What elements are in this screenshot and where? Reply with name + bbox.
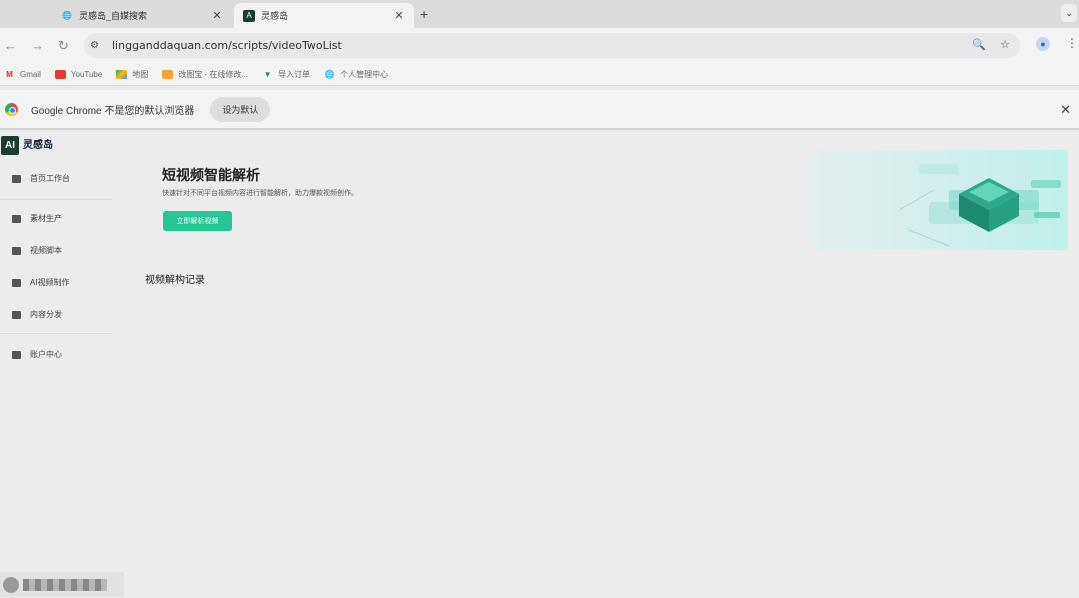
default-browser-infobar: Google Chrome 不是您的默认浏览器 设为默认 ✕ xyxy=(0,90,1079,130)
app-logo[interactable]: AI 灵感岛 xyxy=(1,136,53,155)
sidebar-item-material[interactable]: 素材生产 xyxy=(12,213,62,224)
profile-icon[interactable]: ● xyxy=(1036,37,1050,51)
sidebar: AI 灵感岛 首页工作台 素材生产 视频脚本 AI视频制作 内容分发 账户中心 xyxy=(0,132,124,598)
site-settings-icon[interactable]: ⚙ xyxy=(90,40,104,51)
hero-illustration xyxy=(809,150,1068,250)
forward-icon[interactable]: → xyxy=(31,38,44,53)
bookmarks-bar: M Gmail YouTube 地图 改图宝 - 在线修改... ▼ 导入订单 … xyxy=(0,63,1079,86)
sidebar-item-video-script[interactable]: 视频脚本 xyxy=(12,245,62,256)
bookmark-label: Gmail xyxy=(20,69,41,79)
sidebar-item-distribution[interactable]: 内容分发 xyxy=(12,309,62,320)
bookmark-youtube[interactable]: YouTube xyxy=(54,69,103,79)
url-text: lingganddaquan.com/scripts/videoTwoList xyxy=(112,39,342,52)
account-icon xyxy=(12,350,21,359)
zoom-icon[interactable]: 🔍 xyxy=(972,38,986,51)
back-icon[interactable]: ← xyxy=(4,38,17,53)
gmail-icon: M xyxy=(6,69,13,79)
globe-icon: 🌐 xyxy=(62,11,72,20)
sidebar-item-label: 素材生产 xyxy=(30,214,62,223)
bookmark-maps[interactable]: 地图 xyxy=(116,69,148,80)
bookmark-gmail[interactable]: M Gmail xyxy=(4,70,41,79)
tab-title: 灵感岛 xyxy=(261,11,289,21)
divider xyxy=(0,333,112,334)
sidebar-item-label: 首页工作台 xyxy=(30,174,70,183)
folder-icon xyxy=(12,214,21,223)
maps-icon xyxy=(116,69,128,79)
hero-subtitle: 快速针对不同平台视频内容进行智能解析，助力爆款视频创作。 xyxy=(162,190,358,197)
parse-video-button[interactable]: 立即解析视频 xyxy=(163,211,232,231)
close-icon[interactable]: ✕ xyxy=(392,9,406,23)
bookmark-label: 改图宝 - 在线修改... xyxy=(178,69,249,79)
ai-logo-icon: A xyxy=(243,9,255,22)
tab-active[interactable]: A 灵感岛 ✕ xyxy=(234,3,414,28)
user-profile[interactable] xyxy=(0,572,124,597)
video-icon xyxy=(12,246,21,255)
sidebar-item-home[interactable]: 首页工作台 xyxy=(12,173,70,184)
app-page: AI 灵感岛 首页工作台 素材生产 视频脚本 AI视频制作 内容分发 账户中心 xyxy=(0,132,1079,598)
sidebar-item-label: 内容分发 xyxy=(30,310,62,319)
close-icon[interactable]: ✕ xyxy=(1060,102,1071,118)
ai-logo-icon: AI xyxy=(1,136,19,155)
menu-kebab-icon[interactable]: ⋮ xyxy=(1066,36,1078,50)
infobar-message: Google Chrome 不是您的默认浏览器 xyxy=(31,105,195,117)
bookmark-label: 个人管理中心 xyxy=(340,69,389,79)
hero-title: 短视频智能解析 xyxy=(162,167,260,183)
youtube-icon xyxy=(54,69,66,79)
sidebar-item-label: 账户中心 xyxy=(30,350,62,359)
ai-video-icon xyxy=(12,278,21,287)
avatar xyxy=(3,576,19,593)
reload-icon[interactable]: ↻ xyxy=(58,38,69,54)
import-icon: ▼ xyxy=(263,69,272,79)
tab-inactive[interactable]: 🌐 灵感岛_自媒搜索 ✕ xyxy=(52,3,232,28)
section-title: 视频解构记录 xyxy=(145,275,205,286)
bookmark-star-icon[interactable]: ☆ xyxy=(1000,38,1010,51)
bookmark-import-orders[interactable]: ▼ 导入订单 xyxy=(262,69,310,80)
folder-icon xyxy=(162,69,174,79)
set-default-button[interactable]: 设为默认 xyxy=(210,96,271,122)
distribute-icon xyxy=(12,310,21,319)
close-icon[interactable]: ✕ xyxy=(210,9,224,23)
brand-name: 灵感岛 xyxy=(23,140,53,151)
bookmark-personal-center[interactable]: 🌐 个人管理中心 xyxy=(324,69,388,80)
bookmark-gaitubao[interactable]: 改图宝 - 在线修改... xyxy=(162,69,248,80)
tab-title: 灵感岛_自媒搜索 xyxy=(79,11,148,21)
sidebar-item-label: AI视频制作 xyxy=(30,278,70,287)
sidebar-item-account[interactable]: 账户中心 xyxy=(12,349,62,360)
cube-illustration xyxy=(898,164,1061,247)
address-bar[interactable]: ⚙ lingganddaquan.com/scripts/videoTwoLis… xyxy=(84,33,1020,58)
new-tab-button[interactable]: + xyxy=(420,6,428,22)
divider xyxy=(0,199,112,200)
tab-strip: 🌐 灵感岛_自媒搜索 ✕ A 灵感岛 ✕ + ⌄ xyxy=(0,0,1079,28)
home-icon xyxy=(12,174,21,183)
user-name-blurred xyxy=(23,578,107,591)
browser-toolbar: ← → ↻ ⚙ lingganddaquan.com/scripts/video… xyxy=(0,28,1079,63)
bookmark-label: 地图 xyxy=(132,69,149,79)
bookmark-label: YouTube xyxy=(70,69,103,79)
tab-search-button[interactable]: ⌄ xyxy=(1061,4,1077,22)
globe-icon: 🌐 xyxy=(324,69,335,79)
sidebar-item-label: 视频脚本 xyxy=(30,246,62,255)
chrome-logo-icon xyxy=(5,102,18,116)
sidebar-item-ai-video[interactable]: AI视频制作 xyxy=(12,277,70,288)
bookmark-label: 导入订单 xyxy=(278,69,311,79)
